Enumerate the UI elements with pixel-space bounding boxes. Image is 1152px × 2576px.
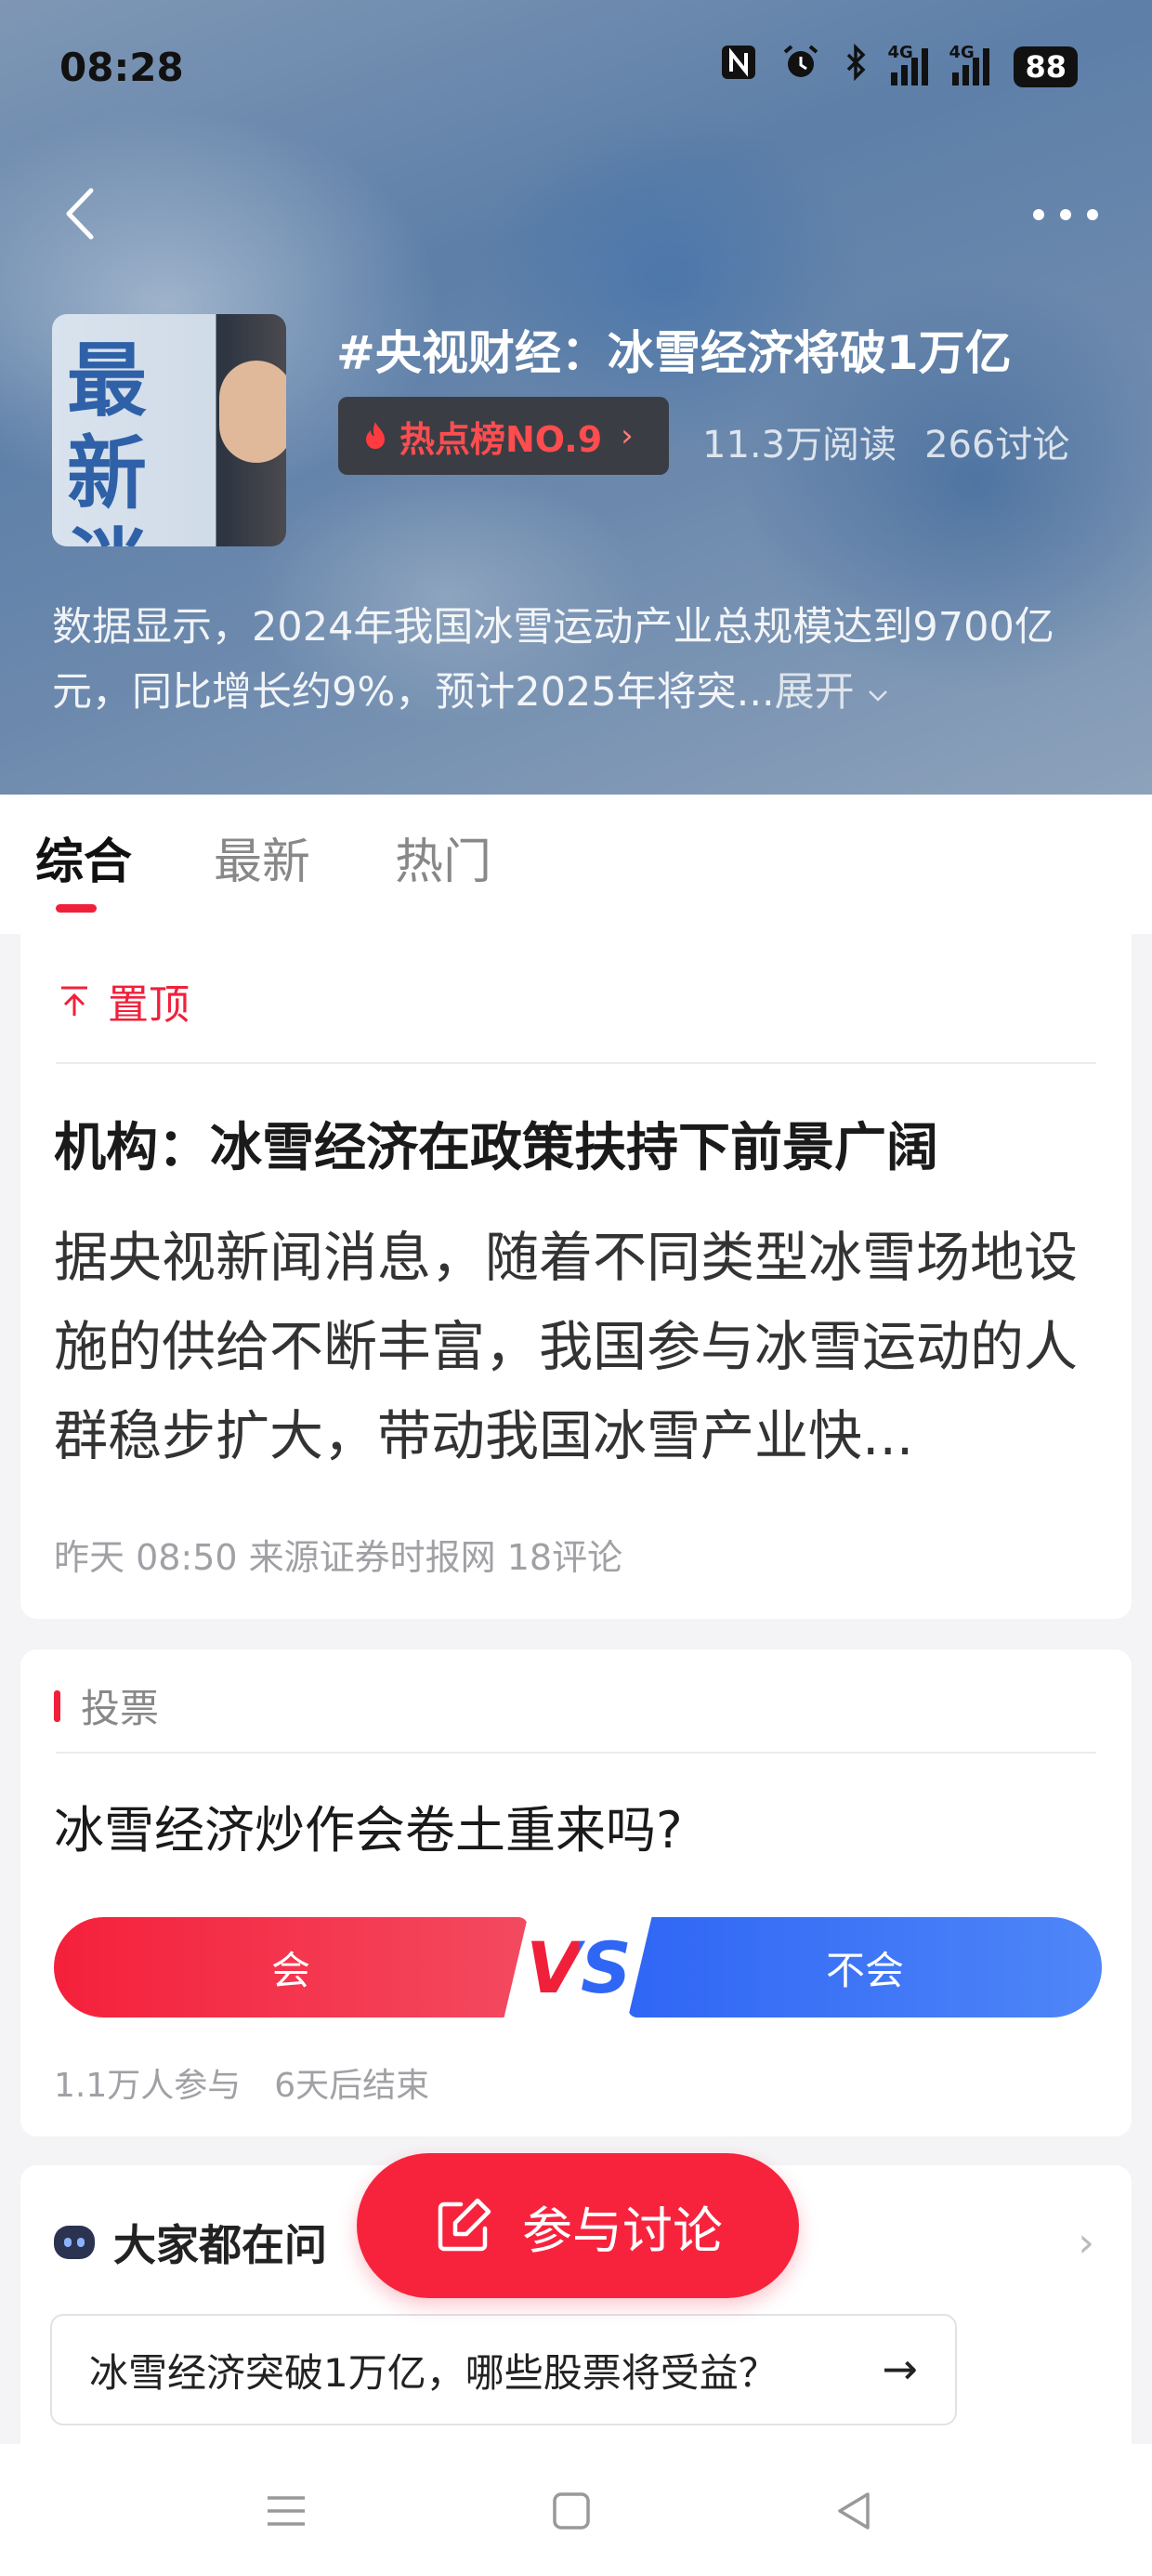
back-button[interactable] — [56, 181, 102, 246]
question-chip[interactable]: 冰雪经济突破1万亿，哪些股票将受益？ → — [50, 2314, 957, 2425]
topic-title: #央视财经：冰雪经济将破1万亿 — [336, 326, 1012, 380]
thumbnail-text: 最新消息 — [67, 335, 149, 546]
vote-question: 冰雪经济炒作会卷土重来吗? — [54, 1801, 683, 1860]
pinned-article-card[interactable]: 置顶 机构：冰雪经济在政策扶持下前景广阔 据央视新闻消息，随着不同类型冰雪场地设… — [20, 934, 1132, 1619]
join-discussion-button[interactable]: 参与讨论 — [357, 2153, 799, 2298]
discussion-count: 266讨论 — [924, 424, 1070, 467]
chevron-down-icon — [869, 690, 888, 702]
hot-rank-badge[interactable]: 热点榜NO.9 › — [338, 397, 669, 475]
topic-thumbnail: 最新消息 — [52, 314, 286, 546]
arrow-right-icon: → — [882, 2344, 918, 2394]
menu-nav-button[interactable] — [258, 2483, 314, 2539]
active-tab-indicator — [56, 904, 97, 913]
status-time: 08:28 — [59, 45, 184, 90]
read-count: 11.3万阅读 — [702, 424, 897, 467]
home-nav-button[interactable] — [543, 2483, 599, 2539]
bluetooth-icon — [844, 43, 867, 90]
vote-deadline: 6天后结束 — [274, 2067, 430, 2105]
tab-latest[interactable]: 最新 — [214, 822, 310, 892]
signal-4g-icon: 4G — [887, 43, 929, 85]
more-options-button[interactable] — [1033, 191, 1098, 238]
edit-icon — [438, 2198, 491, 2252]
tab-bar: 综合 最新 热门 — [0, 795, 1152, 934]
join-discussion-label: 参与讨论 — [522, 2201, 723, 2260]
chevron-right-icon[interactable]: › — [1078, 2219, 1094, 2267]
article-excerpt: 据央视新闻消息，随着不同类型冰雪场地设施的供给不断丰富，我国参与冰雪运动的人群稳… — [54, 1226, 1079, 1467]
more-dot-icon — [1060, 209, 1071, 220]
tab-comprehensive[interactable]: 综合 — [35, 822, 132, 892]
system-navigation-bar — [0, 2444, 1152, 2576]
person-image — [219, 361, 286, 463]
article-title[interactable]: 机构：冰雪经济在政策扶持下前景广阔 — [54, 1106, 938, 1181]
hot-rank-label: 热点榜NO.9 — [399, 418, 603, 460]
pinned-text: 置顶 — [108, 981, 190, 1029]
article-meta: 昨天 08:50 来源证券时报网 18评论 — [54, 1537, 623, 1578]
popular-questions-title: 大家都在问 — [113, 2220, 327, 2270]
pinned-label: 置顶 — [56, 971, 190, 1031]
expand-button[interactable]: 展开 — [775, 669, 890, 716]
back-nav-button[interactable] — [827, 2483, 883, 2539]
vote-options: 会 VS 不会 — [54, 1917, 1102, 2019]
topic-description: 数据显示，2024年我国冰雪运动产业总规模达到9700亿元，同比增长约9%，预计… — [52, 595, 1102, 725]
vote-section-header: 投票 — [54, 1677, 159, 1734]
fire-icon — [366, 422, 385, 449]
question-text: 冰雪经济突破1万亿，哪些股票将受益？ — [89, 2349, 778, 2396]
more-dot-icon — [1033, 209, 1044, 220]
more-dot-icon — [1087, 209, 1098, 220]
section-marker — [54, 1689, 60, 1722]
vote-yes-button[interactable]: 会 — [54, 1917, 528, 2017]
pin-top-icon — [61, 986, 87, 1016]
tab-popular[interactable]: 热门 — [395, 822, 491, 892]
alarm-icon — [781, 43, 820, 91]
nfc-icon — [720, 44, 757, 90]
battery-level: 88 — [1014, 46, 1078, 87]
topic-header: 08:28 4G 4G 88 最新消息 — [0, 0, 1152, 795]
vote-meta: 1.1万人参与 6天后结束 — [54, 2058, 429, 2107]
vote-section-label: 投票 — [81, 1686, 160, 1731]
vote-card: 投票 冰雪经济炒作会卷土重来吗? 会 VS 不会 1.1万人参与 6天后结束 — [20, 1649, 1132, 2136]
divider — [56, 1062, 1096, 1064]
popular-questions-header: 大家都在问 — [54, 2212, 327, 2273]
status-bar: 08:28 4G 4G 88 — [0, 0, 1152, 130]
vote-participants: 1.1万人参与 — [54, 2067, 242, 2105]
divider — [56, 1752, 1096, 1754]
description-text: 数据显示，2024年我国冰雪运动产业总规模达到9700亿元，同比增长约9%，预计… — [52, 604, 1054, 716]
signal-4g-icon: 4G — [949, 43, 990, 85]
robot-icon — [54, 2226, 95, 2259]
chevron-right-icon: › — [621, 417, 634, 454]
chevron-left-icon — [66, 188, 94, 240]
status-icons: 4G 4G 88 — [720, 43, 1078, 91]
home-square-icon — [553, 2492, 590, 2530]
topic-stats: 11.3万阅读 266讨论 — [702, 414, 1069, 468]
menu-icon — [268, 2496, 305, 2526]
vote-no-button[interactable]: 不会 — [628, 1917, 1102, 2017]
vs-label: VS — [518, 1926, 639, 2010]
back-triangle-icon — [838, 2492, 870, 2530]
